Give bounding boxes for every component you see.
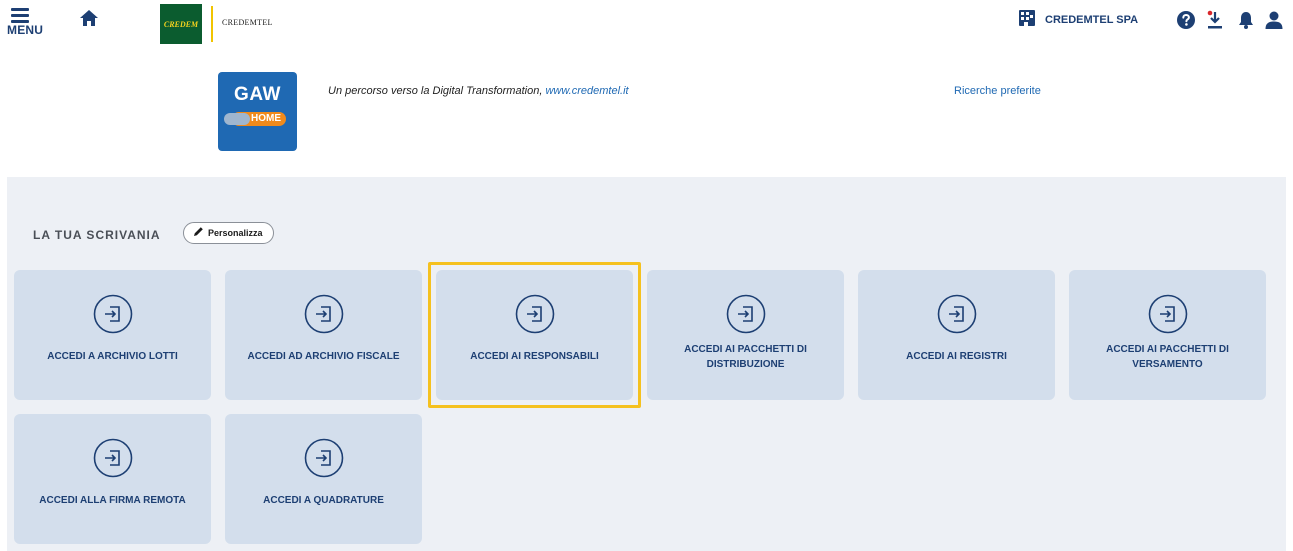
tile-label: ACCEDI AI PACCHETTI DI DISTRIBUZIONE (684, 344, 807, 370)
favorite-searches-link[interactable]: Ricerche preferite (954, 85, 1041, 97)
gaw-home-logo[interactable]: GAW HOME (218, 72, 297, 151)
tile-label: ACCEDI A QUADRATURE (263, 495, 384, 506)
tile-label: ACCEDI AD ARCHIVIO FISCALE (247, 351, 400, 362)
tile-registri[interactable]: ACCEDI AI REGISTRI (858, 270, 1055, 400)
login-icon (304, 438, 344, 478)
personalize-button[interactable]: Personalizza (183, 222, 274, 244)
tagline-link[interactable]: www.credemtel.it (545, 85, 628, 97)
company-name: CREDEMTEL SPA (1045, 14, 1139, 26)
gaw-logo-text: GAW (234, 84, 281, 105)
tile-label: ACCEDI A ARCHIVIO LOTTI (47, 351, 178, 362)
top-bar: MENU CREDEM CREDEMTEL CREDEMTEL SPA (0, 0, 1293, 44)
brand-name: CREDEMTEL (222, 18, 273, 27)
menu-label: MENU (7, 23, 44, 37)
tile-archivio-fiscale[interactable]: ACCEDI AD ARCHIVIO FISCALE (225, 270, 422, 400)
login-icon (304, 294, 344, 334)
desk-title: LA TUA SCRIVANIA (33, 228, 161, 242)
login-icon (93, 438, 133, 478)
menu-icon (11, 8, 29, 23)
tile-label: ACCEDI AI PACCHETTI DI VERSAMENTO (1106, 344, 1229, 370)
help-icon[interactable] (1176, 10, 1196, 30)
tile-pacchetti-versamento[interactable]: ACCEDI AI PACCHETTI DI VERSAMENTO (1069, 270, 1266, 400)
login-icon (937, 294, 977, 334)
company-selector[interactable]: CREDEMTEL SPA (1018, 9, 1139, 32)
login-icon (726, 294, 766, 334)
home-icon[interactable] (79, 8, 99, 28)
tile-firma-remota[interactable]: ACCEDI ALLA FIRMA REMOTA (14, 414, 211, 544)
credem-logo-text: CREDEM (163, 19, 199, 29)
pencil-icon (193, 224, 204, 242)
logo-divider (211, 6, 213, 42)
selection-highlight (428, 262, 641, 408)
login-icon (1148, 294, 1188, 334)
gaw-logo-pill-dark (224, 113, 250, 125)
download-icon[interactable] (1205, 10, 1225, 30)
tile-archivio-lotti[interactable]: ACCEDI A ARCHIVIO LOTTI (14, 270, 211, 400)
user-icon[interactable] (1264, 10, 1284, 30)
tile-label: ACCEDI AI REGISTRI (906, 351, 1007, 362)
login-icon (93, 294, 133, 334)
tagline-text: Un percorso verso la Digital Transformat… (328, 85, 546, 97)
gaw-logo-home-text: HOME (251, 113, 281, 124)
personalize-label: Personalizza (208, 228, 263, 238)
menu-button[interactable]: MENU (7, 6, 47, 42)
bell-icon[interactable] (1236, 10, 1256, 30)
building-icon (1018, 9, 1036, 32)
tile-pacchetti-distribuzione[interactable]: ACCEDI AI PACCHETTI DI DISTRIBUZIONE (647, 270, 844, 400)
tile-label: ACCEDI ALLA FIRMA REMOTA (39, 495, 186, 506)
credem-logo[interactable]: CREDEM (160, 4, 202, 44)
tagline: Un percorso verso la Digital Transformat… (328, 85, 629, 97)
tile-quadrature[interactable]: ACCEDI A QUADRATURE (225, 414, 422, 544)
